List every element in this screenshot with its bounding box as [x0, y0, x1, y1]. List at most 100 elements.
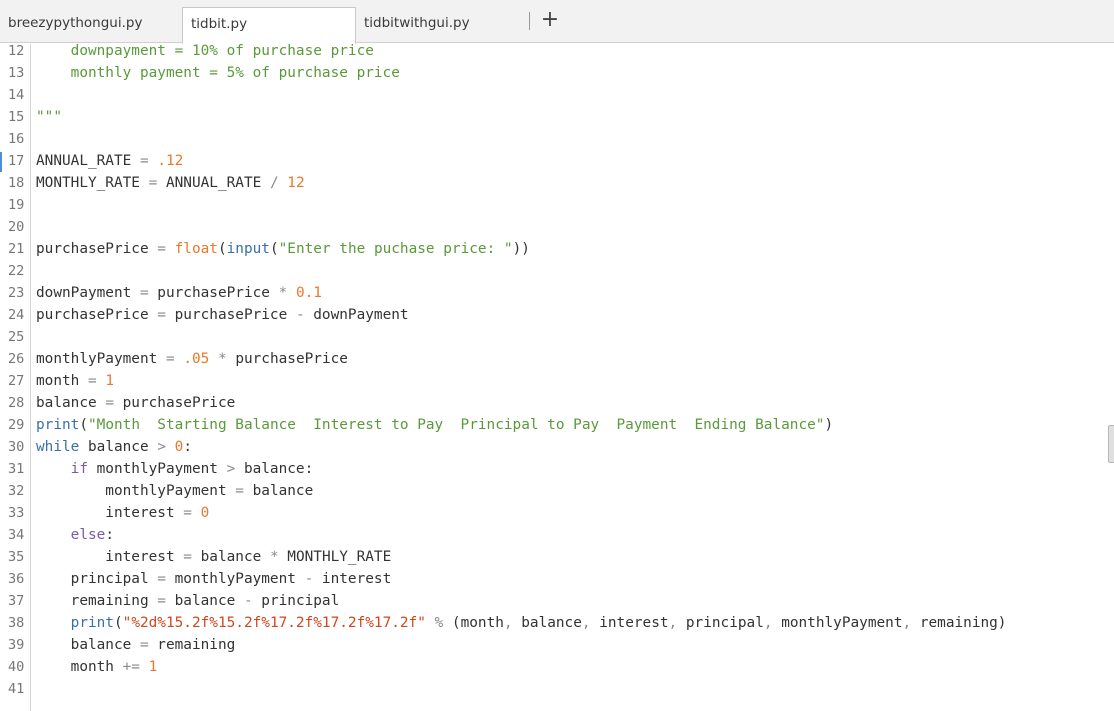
code-text: """ — [36, 106, 62, 128]
code-line[interactable]: 34 else: — [0, 524, 1114, 546]
code-token: balance — [512, 615, 582, 631]
code-token: principal — [252, 593, 340, 609]
scrollbar-handle[interactable] — [1108, 425, 1114, 463]
code-token: monthly payment = 5% of purchase price — [36, 65, 400, 81]
code-text: monthly payment = 5% of purchase price — [36, 62, 400, 84]
code-token: .05 — [183, 351, 210, 367]
line-number: 39 — [8, 637, 25, 653]
line-number: 41 — [8, 681, 25, 697]
code-token: * — [278, 285, 288, 301]
code-line[interactable]: 25 — [0, 326, 1114, 348]
tab-separator — [529, 12, 530, 30]
tab-label: breezypythongui.py — [8, 15, 143, 31]
line-number: 12 — [8, 43, 25, 59]
tab-tidbitwithgui[interactable]: tidbitwithgui.py — [356, 7, 530, 36]
code-token: month — [36, 659, 123, 675]
code-line[interactable]: 39 balance = remaining — [0, 634, 1114, 656]
code-token: balance — [191, 549, 270, 565]
code-text: month += 1 — [36, 656, 158, 678]
code-text: purchasePrice = purchasePrice - downPaym… — [36, 304, 409, 326]
new-tab-button[interactable]: + — [540, 6, 560, 34]
line-number: 18 — [8, 175, 25, 191]
code-text: downPayment = purchasePrice * 0.1 — [36, 282, 322, 304]
code-line[interactable]: 30 while balance > 0: — [0, 436, 1114, 458]
code-token: * — [269, 549, 279, 565]
code-line[interactable]: 35 interest = balance * MONTHLY_RATE — [0, 546, 1114, 568]
code-token: (month — [443, 615, 504, 631]
line-number: 17 — [8, 153, 25, 169]
code-token: = — [235, 483, 244, 499]
code-token: = — [157, 571, 166, 587]
code-token: - — [304, 571, 314, 587]
code-editor[interactable]: 12 downpayment = 10% of purchase price 13… — [0, 43, 1114, 711]
code-line[interactable]: 22 — [0, 260, 1114, 282]
code-token: remaining) — [911, 615, 1007, 631]
code-token: % — [434, 615, 444, 631]
code-token: 1 — [105, 373, 114, 389]
line-number: 25 — [8, 329, 25, 345]
code-line[interactable]: 24 purchasePrice = purchasePrice - downPa… — [0, 304, 1114, 326]
code-token: - — [295, 307, 305, 323]
code-line[interactable]: 28 balance = purchasePrice — [0, 392, 1114, 414]
code-line[interactable]: 36 principal = monthlyPayment - interest — [0, 568, 1114, 590]
code-text: balance = purchasePrice — [36, 392, 235, 414]
code-line[interactable]: 23 downPayment = purchasePrice * 0.1 — [0, 282, 1114, 304]
code-line[interactable]: 27 month = 1 — [0, 370, 1114, 392]
tab-label: tidbit.py — [191, 16, 248, 32]
code-token: monthlyPayment — [87, 461, 227, 477]
code-line[interactable]: 21 purchasePrice = float(input("Enter the… — [0, 238, 1114, 260]
code-line[interactable]: 18 MONTHLY_RATE = ANNUAL_RATE / 12 — [0, 172, 1114, 194]
code-line[interactable]: 29 print("Month Starting Balance Interest… — [0, 414, 1114, 436]
line-number: 23 — [8, 285, 25, 301]
code-token: ( — [113, 615, 123, 631]
code-token: .12 — [157, 153, 184, 169]
tab-tidbit[interactable]: tidbit.py — [182, 7, 356, 44]
code-line[interactable]: 17 ANNUAL_RATE = .12 — [0, 150, 1114, 172]
code-token: principal — [677, 615, 764, 631]
code-line[interactable]: 37 remaining = balance - principal — [0, 590, 1114, 612]
code-token: purchasePrice — [36, 241, 158, 257]
code-line[interactable]: 31 if monthlyPayment > balance: — [0, 458, 1114, 480]
code-line[interactable]: 19 — [0, 194, 1114, 216]
code-token: = — [157, 307, 166, 323]
code-token: = — [139, 637, 149, 653]
tab-breezypythongui[interactable]: breezypythongui.py — [0, 7, 180, 36]
code-area[interactable]: 12 downpayment = 10% of purchase price 13… — [0, 40, 1114, 700]
code-line[interactable]: 40 month += 1 — [0, 656, 1114, 678]
line-number: 33 — [8, 505, 25, 521]
code-text: print("Month Starting Balance Interest t… — [36, 414, 833, 436]
code-token: 1 — [148, 659, 158, 675]
code-line[interactable]: 32 monthlyPayment = balance — [0, 480, 1114, 502]
tab-bar: breezypythongui.py tidbit.py tidbitwithg… — [0, 0, 1114, 44]
line-number: 21 — [8, 241, 25, 257]
code-line[interactable]: 38 print("%2d%15.2f%15.2f%17.2f%17.2f%17… — [0, 612, 1114, 634]
code-line[interactable]: 33 interest = 0 — [0, 502, 1114, 524]
code-line[interactable]: 13 monthly payment = 5% of purchase pric… — [0, 62, 1114, 84]
line-number: 35 — [8, 549, 25, 565]
tab-label: tidbitwithgui.py — [364, 15, 470, 31]
code-token: input — [226, 241, 270, 257]
code-token: "Enter the puchase price: " — [278, 241, 513, 257]
code-line[interactable]: 12 downpayment = 10% of purchase price — [0, 40, 1114, 62]
code-line[interactable]: 15 """ — [0, 106, 1114, 128]
line-number: 40 — [8, 659, 25, 675]
code-line[interactable]: 16 — [0, 128, 1114, 150]
code-text: monthlyPayment = .05 * purchasePrice — [36, 348, 348, 370]
code-token: purchasePrice — [113, 395, 236, 411]
code-line[interactable]: 20 — [0, 216, 1114, 238]
code-token: MONTHLY_RATE — [36, 175, 149, 191]
code-line[interactable]: 41 — [0, 678, 1114, 700]
code-text: principal = monthlyPayment - interest — [36, 568, 392, 590]
code-token: balance — [165, 593, 244, 609]
code-token: * — [217, 351, 227, 367]
code-token: balance — [79, 439, 158, 455]
code-line[interactable]: 26 monthlyPayment = .05 * purchasePrice — [0, 348, 1114, 370]
code-line[interactable]: 14 — [0, 84, 1114, 106]
